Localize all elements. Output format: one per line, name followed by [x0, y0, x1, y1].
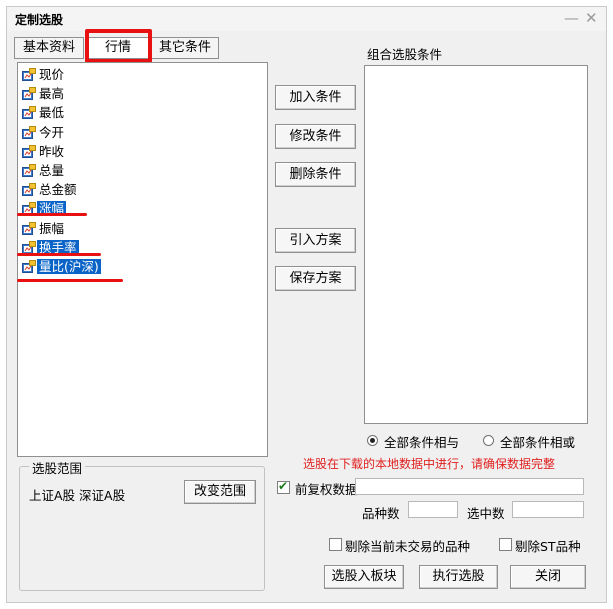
indicator-icon: [22, 260, 36, 273]
save-scheme-button[interactable]: 保存方案: [275, 266, 356, 291]
local-data-notice: 选股在下载的本地数据中进行，请确保数据完整: [303, 457, 556, 471]
selection-range-value: 上证A股 深证A股: [29, 488, 126, 503]
indicator-item[interactable]: 昨收: [22, 143, 66, 161]
execute-selection-button[interactable]: 执行选股: [419, 565, 498, 589]
change-range-button[interactable]: 改变范围: [184, 480, 256, 504]
annotation-underline-liangbi: [17, 279, 123, 282]
indicator-item[interactable]: 总量: [22, 162, 66, 180]
selected-count-label: 选中数: [467, 506, 505, 521]
modify-condition-button[interactable]: 修改条件: [275, 124, 356, 149]
pre-adjust-checkbox[interactable]: ✔: [277, 479, 290, 494]
combo-conditions-list[interactable]: [364, 65, 588, 424]
indicator-icon: [22, 164, 36, 177]
indicator-label: 量比(沪深): [37, 259, 101, 274]
indicator-icon: [22, 87, 36, 101]
pre-adjust-label: 前复权数据: [295, 482, 358, 497]
indicator-item[interactable]: 振幅: [22, 220, 66, 238]
indicator-icon: [22, 125, 36, 139]
exclude-suspended-checkbox[interactable]: [329, 538, 342, 551]
indicator-label: 现价: [39, 67, 65, 82]
close-icon[interactable]: ✕: [585, 9, 598, 27]
indicator-icon: [22, 240, 36, 254]
indicator-icon: [22, 106, 36, 120]
variety-count-label: 品种数: [362, 506, 400, 521]
tab-basic-info[interactable]: 基本资料: [14, 37, 84, 59]
indicator-item[interactable]: 最低: [22, 104, 66, 122]
add-condition-button[interactable]: 加入条件: [275, 85, 356, 110]
tab-other-conditions[interactable]: 其它条件: [151, 37, 219, 59]
exclude-st-checkbox[interactable]: [499, 538, 512, 551]
minimize-icon[interactable]: —: [564, 9, 579, 27]
annotation-underline-zhangfu: [17, 213, 87, 216]
stock-selection-dialog: 定制选股 — ✕ 基本资料 行情 其它条件 现价 最高 最低 今开 昨收 总量 总金额 涨幅振…: [6, 6, 607, 603]
selected-count-field: [512, 501, 584, 518]
title-bar: 定制选股 — ✕: [7, 7, 606, 31]
and-radio[interactable]: [367, 435, 378, 446]
combo-conditions-label: 组合选股条件: [367, 47, 443, 62]
indicator-icon: [22, 144, 36, 158]
close-button[interactable]: 关闭: [510, 565, 586, 589]
indicator-icon: [22, 221, 36, 235]
indicator-label: 最低: [39, 105, 65, 121]
exclude-st-label: 剔除ST品种: [515, 539, 581, 554]
indicator-icon: [22, 183, 36, 197]
indicator-item[interactable]: 今开: [22, 124, 66, 142]
indicator-label: 今开: [39, 124, 65, 140]
indicator-label: 总量: [39, 163, 65, 178]
indicator-label: 最高: [39, 86, 65, 102]
tab-highlight-box: [85, 29, 152, 63]
selection-range-title: 选股范围: [29, 458, 86, 477]
pre-adjust-field[interactable]: [355, 478, 584, 495]
indicator-label: 振幅: [39, 220, 65, 236]
add-to-block-button[interactable]: 选股入板块: [324, 565, 404, 589]
import-scheme-button[interactable]: 引入方案: [275, 228, 356, 253]
indicator-item[interactable]: 现价: [22, 66, 66, 84]
and-label: 全部条件相与: [384, 435, 460, 450]
window-title: 定制选股: [15, 13, 64, 27]
annotation-underline-huanshoulv: [17, 253, 101, 256]
variety-count-field: [408, 501, 458, 518]
indicator-item[interactable]: 最高: [22, 85, 66, 103]
indicator-label: 昨收: [39, 143, 65, 159]
exclude-suspended-label: 剔除当前未交易的品种: [345, 539, 471, 554]
delete-condition-button[interactable]: 删除条件: [275, 162, 356, 187]
or-radio[interactable]: [483, 435, 494, 446]
indicator-item[interactable]: 总金额: [22, 181, 79, 199]
indicator-label: 总金额: [39, 182, 77, 198]
indicator-icon: [22, 68, 36, 81]
indicator-item[interactable]: 量比(沪深): [22, 258, 101, 276]
or-label: 全部条件相或: [500, 435, 576, 450]
indicator-list[interactable]: 现价 最高 最低 今开 昨收 总量 总金额 涨幅 振幅 换手率 量比(沪深): [17, 62, 268, 457]
